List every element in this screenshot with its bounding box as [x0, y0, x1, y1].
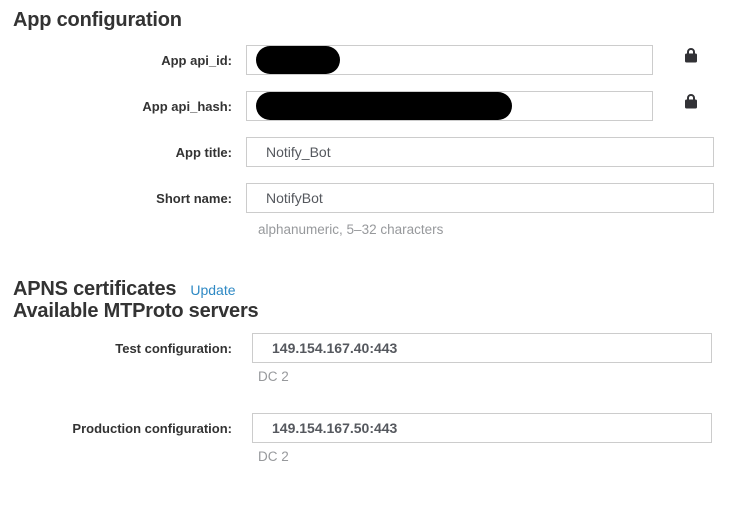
api-hash-redaction-blob — [256, 92, 512, 120]
production-configuration-dc-text: DC 2 — [258, 449, 752, 465]
test-configuration-input-wrap — [252, 333, 712, 363]
api-id-label: App api_id: — [13, 53, 232, 68]
app-configuration-page: App configuration App api_id: App api_ha… — [0, 0, 752, 506]
short-name-input[interactable] — [246, 183, 714, 213]
test-configuration-input[interactable] — [252, 333, 712, 363]
form-row-test-configuration: Test configuration: — [13, 333, 752, 363]
mtproto-servers-form: Test configuration: DC 2 Production conf… — [13, 333, 752, 465]
form-row-short-name: Short name: — [13, 183, 752, 213]
api-hash-label: App api_hash: — [13, 99, 232, 114]
form-row-api-hash: App api_hash: — [13, 91, 752, 121]
form-row-api-id: App api_id: — [13, 45, 752, 75]
lock-icon — [684, 47, 698, 63]
production-configuration-input[interactable] — [252, 413, 712, 443]
short-name-label: Short name: — [13, 191, 232, 206]
app-title-input-wrap — [246, 137, 714, 167]
short-name-input-wrap — [246, 183, 714, 213]
app-title-input[interactable] — [246, 137, 714, 167]
test-configuration-dc-text: DC 2 — [258, 369, 752, 385]
production-configuration-label: Production configuration: — [13, 421, 232, 436]
production-configuration-input-wrap — [252, 413, 712, 443]
short-name-helper-text: alphanumeric, 5–32 characters — [258, 222, 752, 238]
app-configuration-form: App api_id: App api_hash: App title: — [13, 45, 752, 238]
section-title-app-configuration: App configuration — [13, 9, 752, 31]
api-id-redaction-blob — [256, 46, 340, 74]
api-hash-input-wrap — [246, 91, 653, 121]
section-title-mtproto-servers: Available MTProto servers — [13, 300, 752, 322]
api-id-input-wrap — [246, 45, 653, 75]
form-row-production-configuration: Production configuration: — [13, 413, 752, 443]
section-title-apns-certificates: APNS certificates — [13, 278, 176, 300]
app-title-label: App title: — [13, 145, 232, 160]
test-configuration-label: Test configuration: — [13, 341, 232, 356]
apns-update-link[interactable]: Update — [190, 282, 235, 298]
apns-certificates-header: APNS certificates Update — [13, 278, 752, 300]
lock-icon — [684, 93, 698, 109]
form-row-app-title: App title: — [13, 137, 752, 167]
